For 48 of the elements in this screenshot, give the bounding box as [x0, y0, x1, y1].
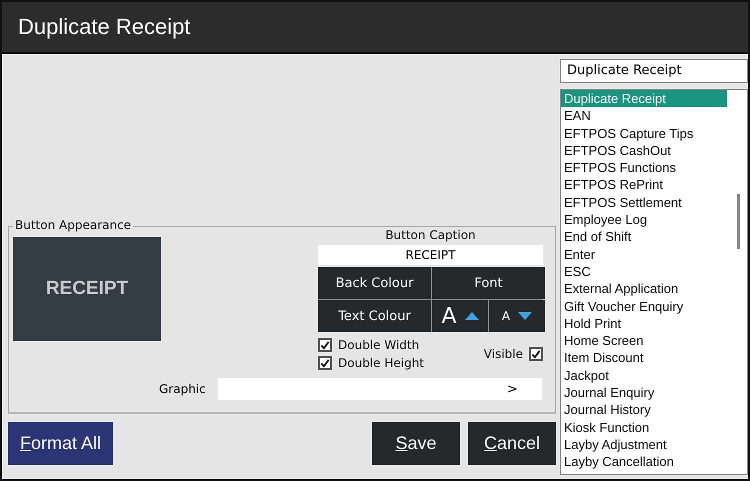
checkbox-label: Double Height [338, 356, 424, 370]
window-title: Duplicate Receipt [18, 14, 190, 40]
caption-field[interactable]: RECEIPT [318, 245, 543, 265]
list-item[interactable]: Layby Cancellation [561, 453, 727, 471]
checkbox[interactable] [318, 338, 332, 352]
list-item[interactable]: EFTPOS Functions [561, 159, 727, 176]
list-item[interactable]: End of Shift [561, 228, 727, 246]
colour-button[interactable]: Back Colour [318, 267, 431, 299]
list-item[interactable]: Jackpot [561, 366, 727, 384]
save-button[interactable]: Save [372, 422, 460, 465]
cancel-button[interactable]: Cancel [468, 422, 556, 465]
list-item[interactable]: Item Discount [561, 349, 727, 367]
group-title: Button Appearance [13, 218, 134, 232]
button-preview[interactable]: RECEIPT [13, 237, 161, 341]
checkbox[interactable] [318, 356, 332, 370]
graphic-field[interactable]: > [218, 378, 542, 400]
checkbox[interactable] [529, 347, 543, 361]
list-item[interactable]: Duplicate Receipt [561, 90, 727, 108]
triangle-up-icon [464, 312, 479, 320]
list-item[interactable]: Kiosk Function [561, 418, 727, 436]
list-item[interactable]: Gift Voucher Enquiry [561, 298, 727, 315]
list-item[interactable]: Journal History [561, 401, 727, 419]
list-item[interactable]: Layby Adjustment [561, 436, 727, 454]
list-item[interactable]: Enter [561, 246, 727, 263]
list-item[interactable]: EFTPOS RePrint [561, 176, 727, 194]
list-item[interactable]: ESC [561, 262, 727, 280]
font-size-up-button[interactable]: A [432, 300, 488, 332]
list-item[interactable]: EAN [561, 107, 727, 125]
list-item[interactable]: EFTPOS CashOut [561, 142, 727, 160]
browse-button[interactable]: > [506, 382, 518, 396]
list-item[interactable]: Employee Log [561, 211, 727, 228]
list-item[interactable]: External Application [561, 280, 727, 298]
checkbox-label: Double Width [338, 338, 420, 352]
triangle-down-icon [518, 312, 532, 320]
format-all-button[interactable]: Format All [8, 422, 113, 465]
font-size-down-button[interactable]: A [489, 300, 545, 332]
font-button[interactable]: Font [432, 267, 545, 299]
graphic-label: Graphic [159, 382, 206, 396]
list-item[interactable]: Home Screen [561, 332, 727, 350]
list-item[interactable]: Hold Print [561, 314, 727, 332]
scrollbar-thumb[interactable] [737, 194, 740, 249]
colour-button[interactable]: Text Colour [318, 300, 431, 332]
search-field[interactable]: Duplicate Receipt [560, 59, 748, 83]
list-item[interactable]: Journal Enquiry [561, 384, 727, 402]
list-item[interactable]: EFTPOS Settlement [561, 194, 727, 212]
caption-label: Button Caption [384, 227, 477, 244]
checkbox-label: Visible [484, 347, 523, 361]
list-item[interactable]: EFTPOS Capture Tips [561, 124, 727, 142]
